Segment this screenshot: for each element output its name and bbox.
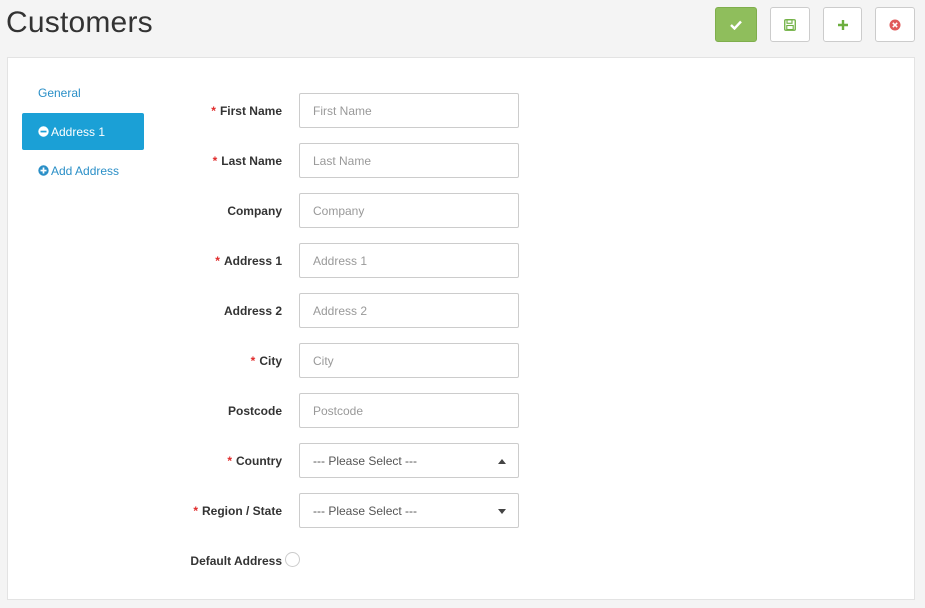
- form-row-region: * Region / State --- Please Select ---: [8, 493, 528, 528]
- address-2-input[interactable]: [299, 293, 519, 328]
- company-label-text: Company: [227, 203, 282, 218]
- close-button[interactable]: [875, 7, 915, 42]
- required-marker: *: [250, 353, 256, 368]
- form-row-company: Company: [8, 193, 528, 228]
- caret-up-icon: [498, 459, 506, 464]
- first-name-label-text: First Name: [219, 103, 282, 118]
- required-marker: *: [212, 153, 218, 168]
- company-label: Company: [227, 193, 282, 228]
- first-name-input[interactable]: [299, 93, 519, 128]
- postcode-input[interactable]: [299, 393, 519, 428]
- form-row-last-name: * Last Name: [8, 143, 528, 178]
- region-select[interactable]: --- Please Select ---: [299, 493, 519, 528]
- form-row-country: * Country --- Please Select ---: [8, 443, 528, 478]
- address-2-label: Address 2: [224, 293, 282, 328]
- postcode-label-text: Postcode: [227, 403, 282, 418]
- default-address-label: Default Address: [190, 543, 282, 578]
- save-close-button[interactable]: [715, 7, 757, 42]
- region-label: * Region / State: [193, 493, 282, 528]
- default-address-radio[interactable]: [285, 552, 300, 567]
- country-selected-value: --- Please Select ---: [313, 453, 418, 468]
- country-label-text: Country: [236, 453, 282, 468]
- page-title: Customers: [6, 6, 153, 39]
- add-button[interactable]: [823, 7, 862, 42]
- city-label-text: City: [259, 353, 282, 368]
- last-name-input[interactable]: [299, 143, 519, 178]
- last-name-label: * Last Name: [213, 143, 282, 178]
- company-input[interactable]: [299, 193, 519, 228]
- close-circle-icon: [889, 19, 901, 31]
- address-1-label-text: Address 1: [223, 253, 282, 268]
- address-2-label-text: Address 2: [223, 303, 282, 318]
- form-row-default-address: Default Address: [8, 543, 528, 578]
- required-marker: *: [215, 253, 220, 268]
- form-row-postcode: Postcode: [8, 393, 528, 428]
- postcode-label: Postcode: [228, 393, 282, 428]
- address-1-label: * Address 1: [215, 243, 282, 278]
- default-address-label-text: Default Address: [190, 553, 282, 568]
- form-row-city: * City: [8, 343, 528, 378]
- form-row-address-2: Address 2: [8, 293, 528, 328]
- form-row-address-1: * Address 1: [8, 243, 528, 278]
- save-button[interactable]: [770, 7, 810, 42]
- city-label: * City: [251, 343, 282, 378]
- address-1-input[interactable]: [299, 243, 519, 278]
- first-name-label: * First Name: [211, 93, 282, 128]
- country-select[interactable]: --- Please Select ---: [299, 443, 519, 478]
- required-marker: *: [227, 453, 232, 468]
- region-label-text: Region / State: [201, 503, 282, 518]
- required-marker: *: [193, 503, 198, 518]
- required-marker: *: [211, 103, 216, 118]
- last-name-label-text: Last Name: [221, 153, 282, 168]
- plus-icon: [837, 19, 849, 31]
- region-selected-value: --- Please Select ---: [313, 503, 418, 518]
- country-label: * Country: [227, 443, 282, 478]
- caret-down-icon: [498, 509, 506, 514]
- customer-form-panel: General Address 1 Add Address * First Na…: [7, 57, 915, 600]
- form-row-first-name: * First Name: [8, 93, 528, 128]
- city-input[interactable]: [299, 343, 519, 378]
- floppy-disk-icon: [784, 18, 796, 31]
- check-icon: [730, 20, 742, 30]
